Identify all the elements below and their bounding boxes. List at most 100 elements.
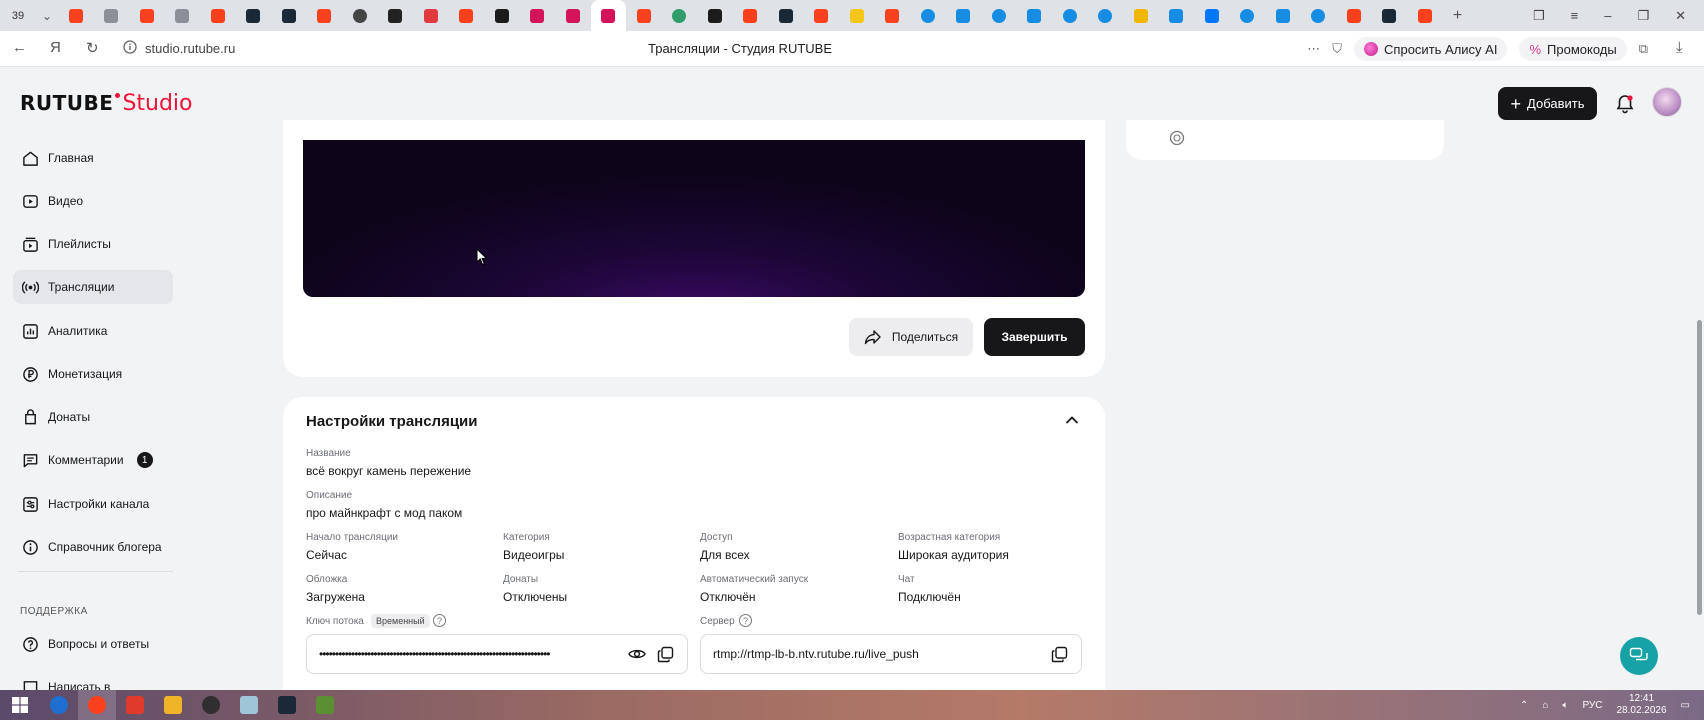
media-player-icon[interactable] — [154, 690, 192, 720]
bookmark-icon[interactable]: ⛉ — [1332, 41, 1342, 57]
network-icon[interactable]: ⌂ — [1542, 700, 1548, 711]
restore-icon[interactable]: ❐ — [1637, 8, 1649, 24]
browser-tab[interactable] — [271, 0, 307, 31]
more-icon[interactable]: ⋯ — [1307, 41, 1320, 57]
browser-tab[interactable] — [1123, 0, 1159, 31]
sidebar-item-label: Аналитика — [48, 324, 108, 338]
sidebar-item[interactable]: Главная — [13, 141, 173, 175]
browser-tab[interactable] — [590, 0, 626, 31]
browser-tab[interactable] — [520, 0, 556, 31]
browser-tab[interactable] — [129, 0, 165, 31]
tabs-dropdown-icon[interactable]: ⌄ — [36, 9, 58, 23]
browser-tab[interactable] — [626, 0, 662, 31]
browser-tab[interactable] — [1372, 0, 1408, 31]
files-icon[interactable] — [230, 690, 268, 720]
browser-tab[interactable] — [697, 0, 733, 31]
close-icon[interactable]: ✕ — [1675, 8, 1686, 24]
bookmarks-icon[interactable]: ❒ — [1533, 8, 1545, 24]
sidebar-item[interactable]: Аналитика — [13, 314, 173, 348]
notifications-bell-icon[interactable] — [1614, 93, 1636, 115]
browser-tab[interactable] — [733, 0, 769, 31]
server-help-icon[interactable]: ? — [739, 614, 752, 627]
browser-tab[interactable] — [1088, 0, 1124, 31]
volume-icon[interactable]: 🔈︎ — [1562, 700, 1568, 711]
browser-tab[interactable] — [555, 0, 591, 31]
chevron-up-icon[interactable] — [1064, 412, 1080, 428]
sidebar-item[interactable]: Настройки канала — [13, 487, 173, 521]
browser-tab[interactable] — [804, 0, 840, 31]
search-icon[interactable] — [40, 690, 78, 720]
server-url-field[interactable]: rtmp://rtmp-lb-b.ntv.rutube.ru/live_push — [700, 634, 1082, 674]
browser-tab[interactable] — [58, 0, 94, 31]
browser-tab[interactable] — [875, 0, 911, 31]
sidebar-item[interactable]: Донаты — [13, 400, 173, 434]
share-button[interactable]: Поделиться — [849, 318, 973, 356]
sidebar-item[interactable]: Плейлисты — [13, 227, 173, 261]
browser-tab[interactable] — [94, 0, 130, 31]
browser-tab[interactable] — [910, 0, 946, 31]
sidebar-item[interactable]: Трансляции — [13, 270, 173, 304]
help-icon — [21, 635, 39, 653]
browser-tab[interactable] — [1052, 0, 1088, 31]
sidebar-item[interactable]: Справочник блогера — [13, 530, 173, 564]
browser-tab[interactable] — [413, 0, 449, 31]
tab-count-badge[interactable]: 39 — [0, 0, 36, 31]
action-center-icon[interactable]: ▭ — [1681, 700, 1690, 711]
stream-key-field[interactable]: ••••••••••••••••••••••••••••••••••••••••… — [306, 634, 688, 674]
browser-tab[interactable] — [839, 0, 875, 31]
menu-icon[interactable]: ≡ — [1571, 8, 1579, 23]
browser-tab[interactable] — [342, 0, 378, 31]
promo-button[interactable]: % Промокоды — [1519, 37, 1627, 61]
browser-tab[interactable] — [1265, 0, 1301, 31]
browser-tab[interactable] — [449, 0, 485, 31]
yandex-icon[interactable] — [116, 690, 154, 720]
browser-tab[interactable] — [307, 0, 343, 31]
stream-player[interactable] — [303, 140, 1085, 297]
tray-chevron-icon[interactable]: ⌃ — [1520, 700, 1528, 711]
rutube-studio-logo[interactable]: RUTUBE Studio — [20, 91, 193, 116]
sidebar-item[interactable]: Видео — [13, 184, 173, 218]
browser-tab[interactable] — [1194, 0, 1230, 31]
language-indicator[interactable]: РУС — [1582, 700, 1602, 711]
extensions-icon[interactable]: ⧉ — [1639, 41, 1648, 57]
browser-tab[interactable] — [200, 0, 236, 31]
copy-server-icon[interactable] — [1049, 644, 1069, 664]
age-rating-label: Возрастная категория — [898, 532, 1001, 543]
sidebar-item[interactable]: Монетизация — [13, 357, 173, 391]
page-title: Трансляции - Студия RUTUBE — [648, 41, 832, 56]
clock[interactable]: 12:41 28.02.2026 — [1616, 693, 1666, 718]
browser-tab[interactable] — [1407, 0, 1443, 31]
browser-tab[interactable] — [1336, 0, 1372, 31]
browser-tab[interactable] — [1017, 0, 1053, 31]
user-avatar[interactable] — [1652, 87, 1682, 117]
support-chat-button[interactable] — [1620, 637, 1658, 675]
steam-icon[interactable] — [268, 690, 306, 720]
browser-tab[interactable] — [1301, 0, 1337, 31]
copy-key-icon[interactable] — [655, 644, 675, 664]
add-button[interactable]: + Добавить — [1498, 87, 1597, 120]
finish-stream-button[interactable]: Завершить — [984, 318, 1085, 356]
ask-alisa-button[interactable]: Спросить Алису AI — [1354, 37, 1508, 61]
browser-tab[interactable] — [1159, 0, 1195, 31]
new-tab-button[interactable]: + — [1443, 7, 1473, 25]
minimize-icon[interactable]: – — [1604, 8, 1611, 23]
show-key-eye-icon[interactable] — [627, 644, 647, 664]
scrollbar-thumb[interactable] — [1697, 320, 1702, 615]
minecraft-icon[interactable] — [306, 690, 344, 720]
browser-tab[interactable] — [946, 0, 982, 31]
browser-tab[interactable] — [236, 0, 272, 31]
browser-tab[interactable] — [768, 0, 804, 31]
browser-tab[interactable] — [484, 0, 520, 31]
browser-tab[interactable] — [662, 0, 698, 31]
browser-tab[interactable] — [165, 0, 201, 31]
obs-icon[interactable] — [192, 690, 230, 720]
windows-start-icon[interactable] — [0, 690, 40, 720]
yandex-browser-icon[interactable] — [78, 690, 116, 720]
browser-tab[interactable] — [1230, 0, 1266, 31]
sidebar-item[interactable]: Комментарии 1 — [13, 443, 173, 477]
download-icon[interactable]: ⤓ — [1676, 39, 1683, 56]
key-help-icon[interactable]: ? — [433, 614, 446, 627]
browser-tab[interactable] — [981, 0, 1017, 31]
browser-tab[interactable] — [378, 0, 414, 31]
support-item[interactable]: Вопросы и ответы — [13, 627, 173, 661]
